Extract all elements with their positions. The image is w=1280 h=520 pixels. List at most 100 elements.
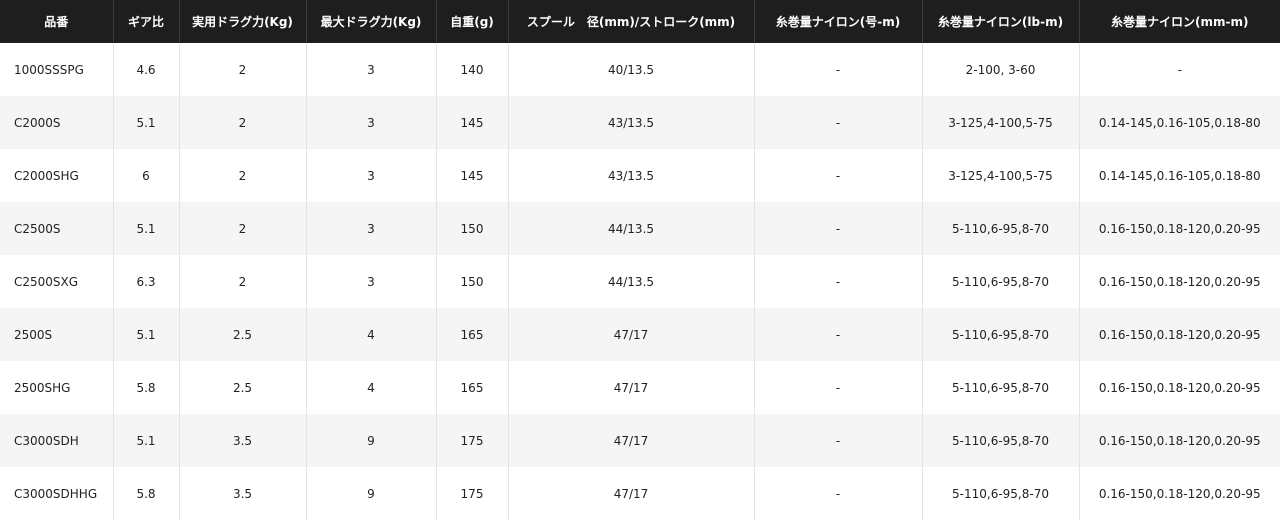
practical-drag-cell: 2.5 xyxy=(179,361,307,414)
nylon-lb-cell: 5-110,6-95,8-70 xyxy=(922,414,1080,467)
max-drag-cell: 3 xyxy=(306,43,437,96)
gear-ratio-cell: 5.8 xyxy=(113,361,180,414)
header-gear-ratio: ギア比 xyxy=(113,0,180,43)
spec-table: 品番 ギア比 実用ドラグ力(Kg) 最大ドラグ力(Kg) 自重(g) スプール … xyxy=(0,0,1280,520)
header-model: 品番 xyxy=(0,0,114,43)
header-row: 品番 ギア比 実用ドラグ力(Kg) 最大ドラグ力(Kg) 自重(g) スプール … xyxy=(0,0,1280,43)
spool-cell: 47/17 xyxy=(508,467,755,520)
nylon-go-cell: - xyxy=(754,96,923,149)
nylon-go-cell: - xyxy=(754,414,923,467)
nylon-go-cell: - xyxy=(754,308,923,361)
nylon-lb-cell: 3-125,4-100,5-75 xyxy=(922,96,1080,149)
spec-table-header: 品番 ギア比 実用ドラグ力(Kg) 最大ドラグ力(Kg) 自重(g) スプール … xyxy=(0,0,1280,43)
max-drag-cell: 3 xyxy=(306,96,437,149)
header-nylon-lb: 糸巻量ナイロン(lb-m) xyxy=(922,0,1080,43)
spool-cell: 43/13.5 xyxy=(508,149,755,202)
table-row: 2500S 5.1 2.5 4 165 47/17-5-110,6-95,8-70 0.16… xyxy=(0,308,1280,361)
nylon-mm-cell: 0.14-145,0.16-105,0.18-80 xyxy=(1098,168,1261,183)
model-cell: 1000SSSPG xyxy=(0,43,114,96)
max-drag-cell: 3 xyxy=(306,202,437,255)
weight-cell: 175 xyxy=(436,414,509,467)
table-row: 2500SHG 5.8 2.5 4 165 47/17-5-110,6-95,8-70 0.… xyxy=(0,361,1280,414)
nylon-mm-cell: 0.16-150,0.18-120,0.20-95 xyxy=(1098,380,1261,395)
weight-cell: 165 xyxy=(436,361,509,414)
max-drag-cell: 4 xyxy=(306,308,437,361)
practical-drag-cell: 3.5 xyxy=(179,467,307,520)
practical-drag-cell: 2 xyxy=(179,255,307,308)
gear-ratio-cell: 5.1 xyxy=(113,308,180,361)
nylon-go-cell: - xyxy=(754,255,923,308)
nylon-lb-cell: 3-125,4-100,5-75 xyxy=(922,149,1080,202)
model-cell: C2500S xyxy=(0,202,114,255)
model-cell: C2500SXG xyxy=(0,255,114,308)
nylon-mm-cell: 0.16-150,0.18-120,0.20-95 xyxy=(1098,274,1261,289)
header-nylon-go: 糸巻量ナイロン(号-m) xyxy=(754,0,923,43)
practical-drag-cell: 2 xyxy=(179,96,307,149)
nylon-go-cell: - xyxy=(754,202,923,255)
nylon-mm-cell: 0.16-150,0.18-120,0.20-95 xyxy=(1079,414,1280,467)
gear-ratio-cell: 5.1 xyxy=(113,414,180,467)
gear-ratio-cell: 5.1 xyxy=(113,96,180,149)
nylon-lb-cell: 5-110,6-95,8-70 xyxy=(922,255,1080,308)
nylon-lb-cell: 2-100, 3-60 xyxy=(922,43,1080,96)
table-row: 1000SSSPG 4.6 2 3 140 40/13.5-2-100, 3-60- xyxy=(0,43,1280,96)
weight-cell: 175 xyxy=(436,467,509,520)
model-cell: 2500S xyxy=(0,308,114,361)
table-row: C2000S 5.1 2 3 145 43/13.5-3-125,4-100,5-75 0.… xyxy=(0,96,1280,149)
practical-drag-cell: 2 xyxy=(179,202,307,255)
weight-cell: 165 xyxy=(436,308,509,361)
nylon-go-cell: - xyxy=(754,361,923,414)
model-cell: C2000SHG xyxy=(0,149,114,202)
nylon-mm-cell: - xyxy=(1177,62,1182,77)
header-spool: スプール 径(mm)/ストローク(mm) xyxy=(508,0,755,43)
practical-drag-cell: 2.5 xyxy=(179,308,307,361)
table-row: C2500S 5.1 2 3 150 44/13.5-5-110,6-95,8-70 0.1… xyxy=(0,202,1280,255)
weight-cell: 140 xyxy=(436,43,509,96)
spool-cell: 47/17 xyxy=(508,308,755,361)
model-cell: C3000SDH xyxy=(0,414,114,467)
gear-ratio-cell: 6 xyxy=(113,149,180,202)
max-drag-cell: 9 xyxy=(306,414,437,467)
gear-ratio-cell: 5.1 xyxy=(113,202,180,255)
nylon-go-cell: - xyxy=(754,467,923,520)
max-drag-cell: 9 xyxy=(306,467,437,520)
gear-ratio-cell: 5.8 xyxy=(113,467,180,520)
nylon-lb-cell: 5-110,6-95,8-70 xyxy=(922,308,1080,361)
table-row: C3000SDHHG 5.8 3.5 9 175 47/17-5-110,6-95,8-7… xyxy=(0,467,1280,520)
weight-cell: 150 xyxy=(436,202,509,255)
table-row: C2500SXG 6.3 2 3 150 44/13.5-5-110,6-95,8-70 0… xyxy=(0,255,1280,308)
model-cell: C3000SDHHG xyxy=(0,467,114,520)
spec-table-body: 1000SSSPG 4.6 2 3 140 40/13.5-2-100, 3-60- C20… xyxy=(0,43,1280,520)
spool-cell: 40/13.5 xyxy=(508,43,755,96)
table-row: C3000SDH 5.1 3.5 9 175 47/17-5-110,6-95,8-70 0… xyxy=(0,414,1280,467)
nylon-go-cell: - xyxy=(754,149,923,202)
header-max-drag: 最大ドラグ力(Kg) xyxy=(306,0,437,43)
spool-cell: 44/13.5 xyxy=(508,255,755,308)
header-nylon-mm: 糸巻量ナイロン(mm-m) xyxy=(1079,0,1280,43)
nylon-lb-cell: 5-110,6-95,8-70 xyxy=(922,467,1080,520)
gear-ratio-cell: 6.3 xyxy=(113,255,180,308)
nylon-go-cell: - xyxy=(754,43,923,96)
header-practical-drag: 実用ドラグ力(Kg) xyxy=(179,0,307,43)
nylon-mm-cell: 0.16-150,0.18-120,0.20-95 xyxy=(1079,202,1280,255)
weight-cell: 150 xyxy=(436,255,509,308)
spool-cell: 47/17 xyxy=(508,414,755,467)
max-drag-cell: 3 xyxy=(306,255,437,308)
gear-ratio-cell: 4.6 xyxy=(113,43,180,96)
nylon-mm-cell: 0.14-145,0.16-105,0.18-80 xyxy=(1079,96,1280,149)
table-row: C2000SHG 6 2 3 145 43/13.5-3-125,4-100,5-75 0.… xyxy=(0,149,1280,202)
max-drag-cell: 4 xyxy=(306,361,437,414)
weight-cell: 145 xyxy=(436,149,509,202)
spool-cell: 44/13.5 xyxy=(508,202,755,255)
model-cell: C2000S xyxy=(0,96,114,149)
header-weight: 自重(g) xyxy=(436,0,509,43)
nylon-lb-cell: 5-110,6-95,8-70 xyxy=(922,361,1080,414)
max-drag-cell: 3 xyxy=(306,149,437,202)
nylon-mm-cell: 0.16-150,0.18-120,0.20-95 xyxy=(1098,486,1261,501)
spool-cell: 43/13.5 xyxy=(508,96,755,149)
nylon-mm-cell: 0.16-150,0.18-120,0.20-95 xyxy=(1079,308,1280,361)
practical-drag-cell: 3.5 xyxy=(179,414,307,467)
weight-cell: 145 xyxy=(436,96,509,149)
practical-drag-cell: 2 xyxy=(179,149,307,202)
practical-drag-cell: 2 xyxy=(179,43,307,96)
